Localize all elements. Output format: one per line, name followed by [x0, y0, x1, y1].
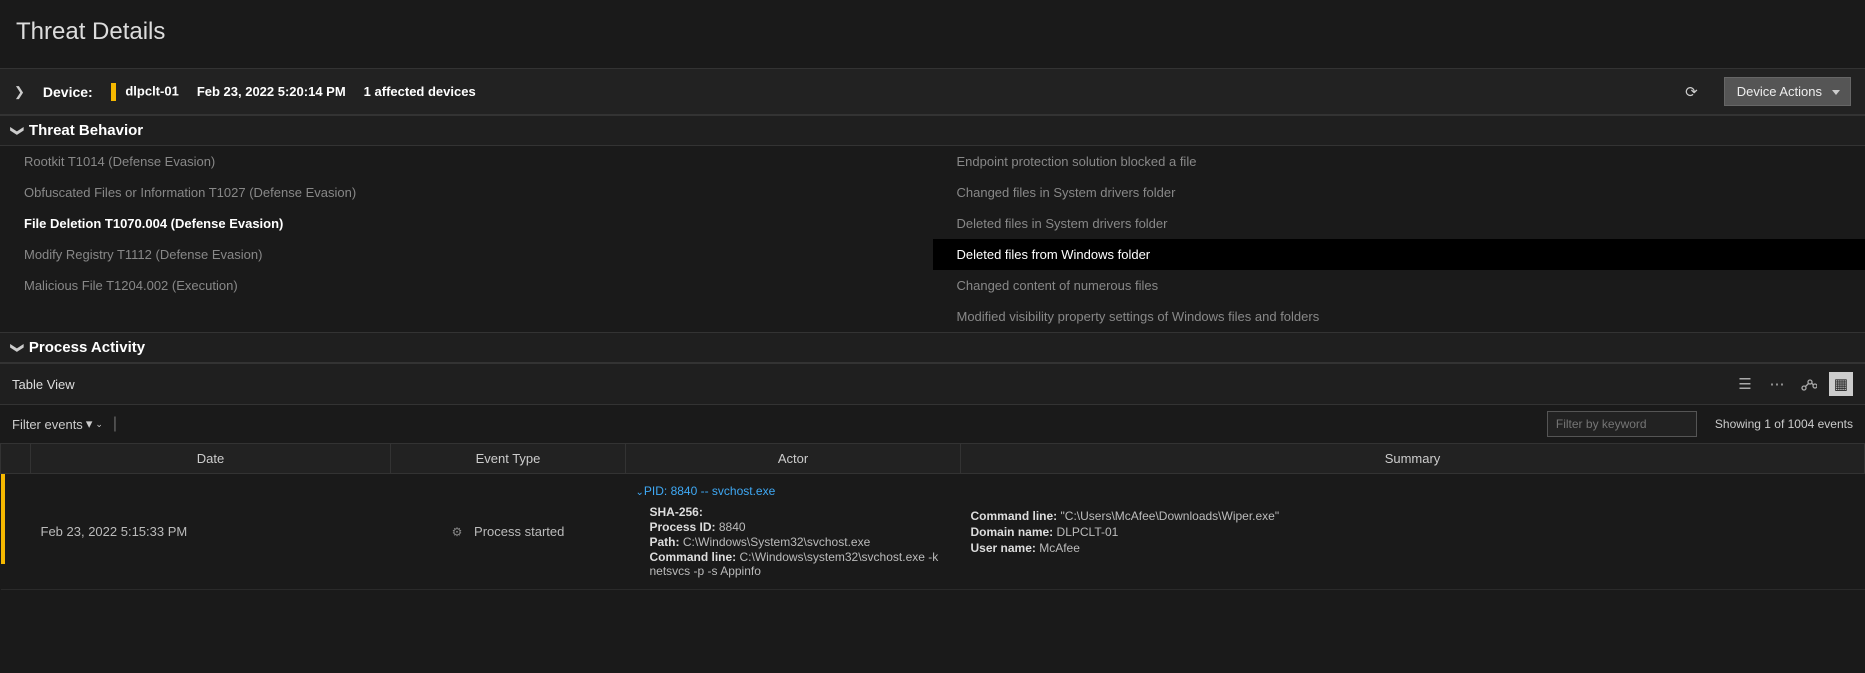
actor-details: SHA-256: Process ID: 8840 Path: C:\Windo…: [636, 498, 951, 578]
device-bar: ❯ Device: dlpclt-01 Feb 23, 2022 5:20:14…: [0, 68, 1865, 115]
actor-cell: ⌄PID: 8840 -- svchost.exe SHA-256: Proce…: [626, 474, 961, 590]
severity-bar-icon: [111, 83, 116, 101]
summary-user-value: McAfee: [1039, 541, 1080, 555]
behavior-detail[interactable]: Endpoint protection solution blocked a f…: [933, 146, 1865, 177]
behavior-technique[interactable]: Modify Registry T1112 (Defense Evasion): [0, 239, 933, 270]
more-icon[interactable]: ⋯: [1765, 372, 1789, 396]
caret-down-icon: ⌄: [95, 419, 103, 430]
behavior-left-list: Rootkit T1014 (Defense Evasion) Obfuscat…: [0, 146, 933, 332]
severity-cell: [1, 474, 31, 590]
col-expander: [1, 444, 31, 474]
table-view-label: Table View: [12, 377, 75, 392]
behavior-technique[interactable]: File Deletion T1070.004 (Defense Evasion…: [0, 208, 933, 239]
graph-view-icon[interactable]: [1797, 372, 1821, 396]
chevron-down-icon: ❯: [9, 342, 25, 353]
event-type: ⚙ Process started: [391, 474, 626, 590]
pid-link[interactable]: PID: 8840 -- svchost.exe: [644, 484, 775, 498]
device-name-wrap: dlpclt-01: [111, 83, 179, 101]
behavior-detail[interactable]: Changed content of numerous files: [933, 270, 1865, 301]
event-type-label: Process started: [474, 524, 564, 539]
filter-cursor: |: [113, 415, 117, 433]
behavior-detail[interactable]: Modified visibility property settings of…: [933, 301, 1865, 332]
grid-view-icon[interactable]: ▦: [1829, 372, 1853, 396]
caret-down-icon[interactable]: ⌄: [636, 487, 644, 498]
keyword-filter-input[interactable]: [1547, 411, 1697, 437]
threat-behavior-header[interactable]: ❯ Threat Behavior: [0, 115, 1865, 146]
threat-behavior-body: Rootkit T1014 (Defense Evasion) Obfuscat…: [0, 146, 1865, 332]
view-tools: ☰ ⋯ ▦: [1733, 372, 1853, 396]
page-title: Threat Details: [0, 0, 1865, 68]
cmd-label: Command line:: [650, 550, 737, 564]
process-activity-title: Process Activity: [29, 339, 145, 356]
chevron-right-icon[interactable]: ❯: [14, 84, 25, 100]
table-view-bar: Table View ☰ ⋯ ▦: [0, 363, 1865, 405]
sha-label: SHA-256:: [650, 505, 703, 519]
event-date: Feb 23, 2022 5:15:33 PM: [31, 474, 391, 590]
summary-dom-value: DLPCLT-01: [1057, 525, 1119, 539]
events-table: Date Event Type Actor Summary Feb 23, 20…: [0, 443, 1865, 590]
col-actor[interactable]: Actor: [626, 444, 961, 474]
list-view-icon[interactable]: ☰: [1733, 372, 1757, 396]
table-row[interactable]: Feb 23, 2022 5:15:33 PM ⚙ Process starte…: [1, 474, 1865, 590]
behavior-technique[interactable]: Malicious File T1204.002 (Execution): [0, 270, 933, 301]
device-name: dlpclt-01: [125, 83, 178, 98]
pid-label: Process ID:: [650, 520, 716, 534]
behavior-technique[interactable]: Rootkit T1014 (Defense Evasion): [0, 146, 933, 177]
summary-cmd-label: Command line:: [971, 509, 1058, 523]
threat-behavior-title: Threat Behavior: [29, 122, 143, 139]
device-actions-button[interactable]: Device Actions: [1724, 77, 1851, 106]
gear-icon: ⚙: [452, 525, 463, 539]
filter-events-label: Filter events: [12, 417, 83, 432]
device-label: Device:: [43, 84, 93, 100]
summary-user-label: User name:: [971, 541, 1036, 555]
filter-icon: ▾: [86, 416, 93, 432]
behavior-detail[interactable]: Changed files in System drivers folder: [933, 177, 1865, 208]
behavior-right-list: Endpoint protection solution blocked a f…: [933, 146, 1865, 332]
device-timestamp: Feb 23, 2022 5:20:14 PM: [197, 84, 346, 99]
behavior-technique[interactable]: Obfuscated Files or Information T1027 (D…: [0, 177, 933, 208]
summary-dom-label: Domain name:: [971, 525, 1054, 539]
behavior-detail[interactable]: Deleted files in System drivers folder: [933, 208, 1865, 239]
chevron-down-icon: ❯: [9, 125, 25, 136]
col-summary[interactable]: Summary: [961, 444, 1865, 474]
severity-bar-icon: [1, 474, 5, 564]
summary-cmd-value: "C:\Users\McAfee\Downloads\Wiper.exe": [1061, 509, 1280, 523]
filter-bar: Filter events ▾ ⌄ | Showing 1 of 1004 ev…: [0, 405, 1865, 443]
refresh-icon[interactable]: ⟳: [1677, 79, 1706, 105]
showing-count: Showing 1 of 1004 events: [1715, 417, 1853, 431]
path-value: C:\Windows\System32\svchost.exe: [683, 535, 870, 549]
summary-cell: Command line: "C:\Users\McAfee\Downloads…: [961, 474, 1865, 590]
behavior-detail[interactable]: Deleted files from Windows folder: [933, 239, 1865, 270]
pid-value: 8840: [719, 520, 746, 534]
col-event-type[interactable]: Event Type: [391, 444, 626, 474]
affected-devices: 1 affected devices: [364, 84, 476, 99]
process-activity-header[interactable]: ❯ Process Activity: [0, 332, 1865, 363]
filter-events-button[interactable]: Filter events ▾ ⌄: [12, 416, 103, 432]
path-label: Path:: [650, 535, 680, 549]
col-date[interactable]: Date: [31, 444, 391, 474]
